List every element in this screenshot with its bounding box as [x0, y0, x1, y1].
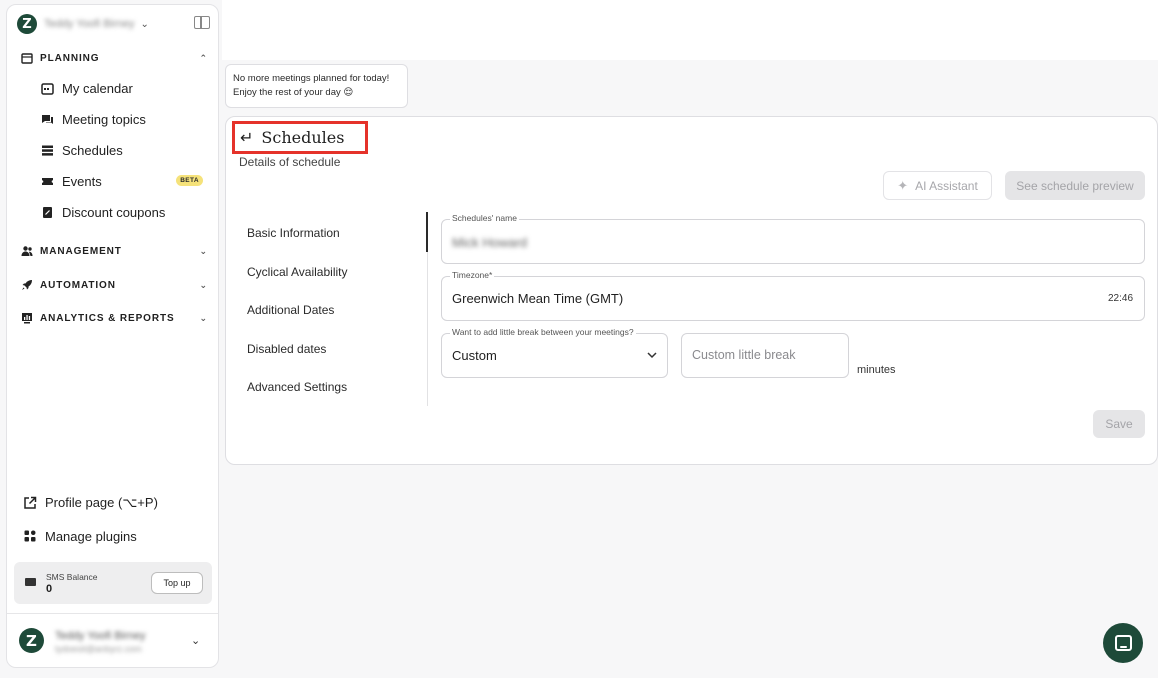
beta-badge: BETA [176, 175, 203, 186]
top-bar [222, 0, 1158, 60]
chevron-down-icon: ⌄ [199, 245, 207, 256]
sidebar-item-label: My calendar [62, 80, 133, 96]
chevron-up-icon: ⌃ [199, 52, 207, 63]
tab-cyclical-availability[interactable]: Cyclical Availability [247, 265, 417, 289]
users-icon [21, 245, 33, 257]
section-planning[interactable]: PLANNING ⌃ [21, 48, 207, 68]
user-name: Teddy Yoofi Birney [55, 630, 146, 642]
chat-bubbles-icon [41, 113, 54, 126]
schedule-name-value: Mick Howard [452, 235, 528, 250]
sidebar-item-label: Meeting topics [62, 111, 146, 127]
section-automation[interactable]: AUTOMATION ⌄ [21, 275, 207, 295]
tab-basic-information[interactable]: Basic Information [247, 226, 417, 250]
tab-additional-dates[interactable]: Additional Dates [247, 303, 417, 327]
break-label: Want to add little break between your me… [450, 327, 636, 337]
calendar-icon [41, 82, 54, 95]
ai-assistant-button[interactable]: ✦ AI Assistant [883, 171, 992, 200]
chevron-down-icon: ⌄ [199, 312, 207, 323]
schedule-name-field[interactable] [441, 219, 1145, 264]
stack-icon [41, 144, 54, 157]
section-management[interactable]: MANAGEMENT ⌄ [21, 241, 207, 261]
sidebar-toggle-icon[interactable] [194, 16, 210, 29]
profile-page-label: Profile page (⌥+P) [45, 495, 158, 510]
chevron-down-icon: ⌄ [199, 279, 207, 290]
active-tab-indicator [426, 212, 428, 252]
chevron-down-icon: ⌄ [191, 635, 201, 647]
sidebar-item-my-calendar[interactable]: My calendar [41, 75, 211, 101]
page-title: ↵ Schedules [240, 128, 344, 147]
sidebar-item-label: Discount coupons [62, 204, 166, 220]
workspace-switcher[interactable]: Z Teddy Yoofi Birney ⌄ [17, 13, 149, 35]
custom-break-placeholder: Custom little break [692, 348, 796, 362]
chat-launcher-button[interactable] [1103, 623, 1143, 663]
page-title-text: Schedules [261, 128, 345, 147]
break-select-value: Custom [452, 348, 497, 363]
back-arrow-icon[interactable]: ↵ [240, 128, 253, 147]
calendar-icon [21, 52, 33, 64]
external-link-icon [23, 496, 37, 510]
sidebar-item-meeting-topics[interactable]: Meeting topics [41, 106, 211, 132]
coupon-icon [41, 206, 54, 219]
minutes-unit: minutes [857, 364, 896, 376]
manage-plugins-label: Manage plugins [45, 528, 137, 544]
sidebar: Z Teddy Yoofi Birney ⌄ PLANNING ⌃ My cal… [6, 4, 219, 668]
page-subtitle: Details of schedule [239, 155, 341, 169]
timezone-value: Greenwich Mean Time (GMT) [452, 291, 624, 306]
chart-icon [21, 312, 33, 324]
sidebar-item-label: Events [62, 173, 102, 189]
user-email: tydoesit@anbyrz.com [55, 644, 142, 654]
section-label: AUTOMATION [40, 279, 116, 291]
top-up-button[interactable]: Top up [151, 572, 203, 594]
section-analytics-reports[interactable]: ANALYTICS & REPORTS ⌄ [21, 308, 207, 328]
ticket-icon [41, 175, 54, 188]
user-menu[interactable]: Z Teddy Yoofi Birney tydoesit@anbyrz.com… [7, 613, 218, 667]
profile-page-link[interactable]: Profile page (⌥+P) [23, 491, 158, 515]
manage-plugins-link[interactable]: Manage plugins [23, 524, 137, 548]
save-button[interactable]: Save [1093, 410, 1145, 438]
sidebar-item-schedules[interactable]: Schedules [41, 137, 211, 163]
timezone-label: Timezone* [450, 270, 495, 280]
notice-line-1: No more meetings planned for today! [233, 73, 390, 84]
chevron-down-icon [647, 352, 657, 359]
workspace-name: Teddy Yoofi Birney [44, 18, 135, 30]
ai-assistant-label: AI Assistant [915, 178, 978, 193]
schedule-name-label: Schedules' name [450, 213, 519, 223]
chat-icon [1114, 635, 1132, 651]
plugins-icon [23, 529, 37, 543]
tab-advanced-settings[interactable]: Advanced Settings [247, 380, 417, 404]
sidebar-item-discount-coupons[interactable]: Discount coupons [41, 199, 211, 225]
section-label: MANAGEMENT [40, 245, 122, 257]
see-schedule-preview-button[interactable]: See schedule preview [1005, 171, 1145, 200]
sidebar-item-events[interactable]: Events BETA [41, 168, 211, 194]
notice-line-2: Enjoy the rest of your day 😌 [233, 87, 354, 98]
sms-balance-value: 0 [46, 583, 53, 595]
chevron-down-icon: ⌄ [140, 18, 149, 30]
avatar: Z [19, 628, 44, 653]
sms-balance-label: SMS Balance [46, 572, 98, 582]
sidebar-item-label: Schedules [62, 142, 123, 158]
brand-logo-icon: Z [17, 14, 37, 34]
section-label: PLANNING [40, 52, 100, 64]
sparkles-icon: ✦ [897, 177, 909, 193]
section-label: ANALYTICS & REPORTS [40, 312, 175, 324]
timezone-current-time: 22:46 [1108, 293, 1134, 304]
tab-disabled-dates[interactable]: Disabled dates [247, 342, 417, 366]
rocket-icon [21, 279, 33, 291]
envelope-icon [25, 578, 36, 586]
sms-balance-card: SMS Balance 0 Top up [14, 562, 212, 604]
daily-notice: No more meetings planned for today! Enjo… [225, 64, 408, 108]
